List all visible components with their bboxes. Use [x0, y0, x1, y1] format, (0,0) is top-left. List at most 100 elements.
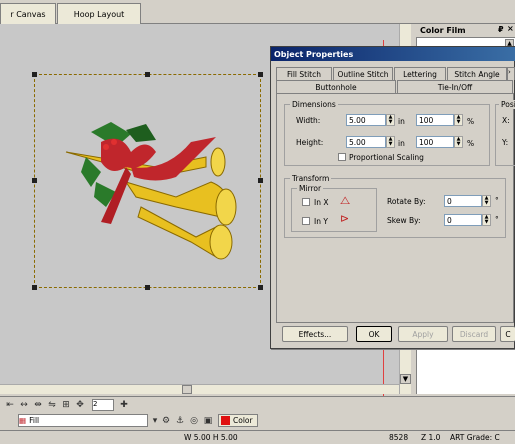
height-spinner[interactable]: ▲ ▼: [386, 136, 395, 148]
rotate-by-label: Rotate By:: [387, 197, 426, 206]
properties-toolbar: ▦ Fill ▾ ⚙ ⚓ ◎ ▣ Color: [0, 413, 515, 429]
height-percent-input[interactable]: 100: [416, 136, 454, 148]
height-percent-spinner[interactable]: ▲ ▼: [454, 136, 463, 148]
discard-button[interactable]: Discard: [452, 326, 496, 342]
tab-label: Outline Stitch: [337, 69, 389, 79]
resize-handle-br[interactable]: [258, 285, 263, 290]
rotate-by-input[interactable]: 0: [444, 195, 482, 207]
discard-button-label: Discard: [459, 329, 489, 339]
skew-by-input[interactable]: 0: [444, 214, 482, 226]
tab-stitch-angle[interactable]: Stitch Angle: [447, 67, 507, 80]
pin-icon[interactable]: ₽: [498, 25, 504, 34]
align-center-icon[interactable]: ↔: [18, 399, 30, 411]
dialog-title: Object Properties: [274, 49, 354, 59]
position-label: Posi: [499, 100, 515, 109]
document-tab-bar: r Canvas Hoop Layout: [0, 0, 515, 24]
fill-icon: ▦: [19, 416, 27, 425]
tab-outline-stitch[interactable]: Outline Stitch: [333, 67, 393, 80]
tool-icon-3[interactable]: ◎: [188, 415, 200, 427]
ok-button[interactable]: OK: [356, 326, 392, 342]
stitch-type-value: Fill: [29, 416, 40, 425]
status-art-grade: ART Grade: C: [450, 433, 500, 442]
tab-canvas[interactable]: r Canvas: [0, 3, 56, 24]
mirror-y-label: In Y: [314, 217, 328, 226]
tool-icon-1[interactable]: ⚙: [160, 415, 172, 427]
flip-horizontal-icon[interactable]: ⇋: [46, 399, 58, 411]
canvas-horizontal-scrollbar[interactable]: [0, 384, 399, 394]
mirror-y-checkbox[interactable]: [302, 217, 310, 225]
resize-handle-b[interactable]: [145, 285, 150, 290]
width-percent-spinner[interactable]: ▲ ▼: [454, 114, 463, 126]
dialog-title-bar[interactable]: Object Properties: [271, 47, 515, 61]
resize-handle-bl[interactable]: [32, 285, 37, 290]
h-scroll-thumb[interactable]: [182, 385, 192, 394]
width-unit: in: [398, 117, 405, 126]
proportional-scaling-checkbox[interactable]: [338, 153, 346, 161]
tab-label: Lettering: [403, 69, 437, 79]
tab-hoop-label: Hoop Layout: [73, 9, 125, 19]
zoom-select[interactable]: 2: [92, 399, 114, 411]
width-spinner[interactable]: ▲ ▼: [386, 114, 395, 126]
tab-label: Tie-In/Off: [437, 82, 473, 92]
group-icon[interactable]: ⊞: [60, 399, 72, 411]
align-left-icon[interactable]: ⇤: [4, 399, 16, 411]
tab-scroll-arrow[interactable]: ›: [507, 67, 515, 80]
status-zoom: Z 1.0: [421, 433, 441, 442]
resize-handle-tl[interactable]: [32, 72, 37, 77]
height-label: Height:: [296, 138, 324, 147]
scroll-down-button[interactable]: ▼: [400, 374, 411, 384]
position-group: [495, 104, 515, 166]
apply-button[interactable]: Apply: [398, 326, 448, 342]
color-swatch: [221, 416, 230, 425]
color-film-header: Color Film ₽ ×: [416, 24, 515, 38]
distribute-icon[interactable]: ⇹: [32, 399, 44, 411]
tab-hoop-layout[interactable]: Hoop Layout: [57, 3, 141, 24]
apply-button-label: Apply: [412, 329, 434, 339]
mirror-x-label: In X: [314, 198, 329, 207]
tool-icon-4[interactable]: ▣: [202, 415, 214, 427]
dimensions-label: Dimensions: [290, 100, 338, 109]
tool-icon-2[interactable]: ⚓: [174, 415, 186, 427]
height-unit: in: [398, 139, 405, 148]
height-pct-symbol: %: [467, 139, 475, 148]
width-input[interactable]: 5.00: [346, 114, 386, 126]
height-value: 5.00: [349, 137, 366, 147]
hoop-selection-box[interactable]: [34, 74, 261, 288]
tab-buttonhole[interactable]: Buttonhole: [276, 80, 396, 93]
rotate-value: 0: [447, 196, 452, 206]
resize-handle-t[interactable]: [145, 72, 150, 77]
tab-label: Fill Stitch: [286, 69, 321, 79]
add-icon[interactable]: ✚: [118, 399, 130, 411]
ok-button-label: OK: [368, 329, 380, 339]
skew-spinner[interactable]: ▲ ▼: [482, 214, 491, 226]
transform-label: Transform: [290, 174, 332, 183]
move-icon[interactable]: ✥: [74, 399, 86, 411]
cut-off-button[interactable]: C: [500, 326, 515, 342]
status-bar: W 5.00 H 5.00 8528 Z 1.0 ART Grade: C: [0, 430, 515, 444]
height-input[interactable]: 5.00: [346, 136, 386, 148]
status-stitch-count: 8528: [389, 433, 409, 442]
editing-toolbar: ⇤ ↔ ⇹ ⇋ ⊞ ✥ 2 ✚: [0, 396, 515, 412]
resize-handle-tr[interactable]: [258, 72, 263, 77]
proportional-scaling-label: Proportional Scaling: [349, 153, 424, 162]
position-x-label: X:: [502, 116, 510, 125]
tab-canvas-label: r Canvas: [10, 9, 46, 19]
tab-fill-stitch[interactable]: Fill Stitch: [276, 67, 332, 80]
mirror-x-checkbox[interactable]: [302, 198, 310, 206]
tab-tie-in-off[interactable]: Tie-In/Off: [397, 80, 513, 93]
cut-off-button-label: C: [505, 329, 511, 339]
width-label: Width:: [296, 116, 321, 125]
tab-lettering[interactable]: Lettering: [394, 67, 446, 80]
resize-handle-r[interactable]: [258, 178, 263, 183]
close-icon[interactable]: ×: [507, 24, 514, 33]
mirror-group: [291, 188, 377, 232]
width-percent-input[interactable]: 100: [416, 114, 454, 126]
color-film-title: Color Film: [420, 26, 466, 35]
resize-handle-l[interactable]: [32, 178, 37, 183]
skew-value: 0: [447, 215, 452, 225]
effects-button[interactable]: Effects...: [282, 326, 348, 342]
rotate-spinner[interactable]: ▲ ▼: [482, 195, 491, 207]
color-select[interactable]: Color: [218, 414, 258, 427]
zoom-select-value: 2: [93, 400, 98, 408]
stitch-type-select[interactable]: ▦ Fill: [18, 414, 148, 427]
